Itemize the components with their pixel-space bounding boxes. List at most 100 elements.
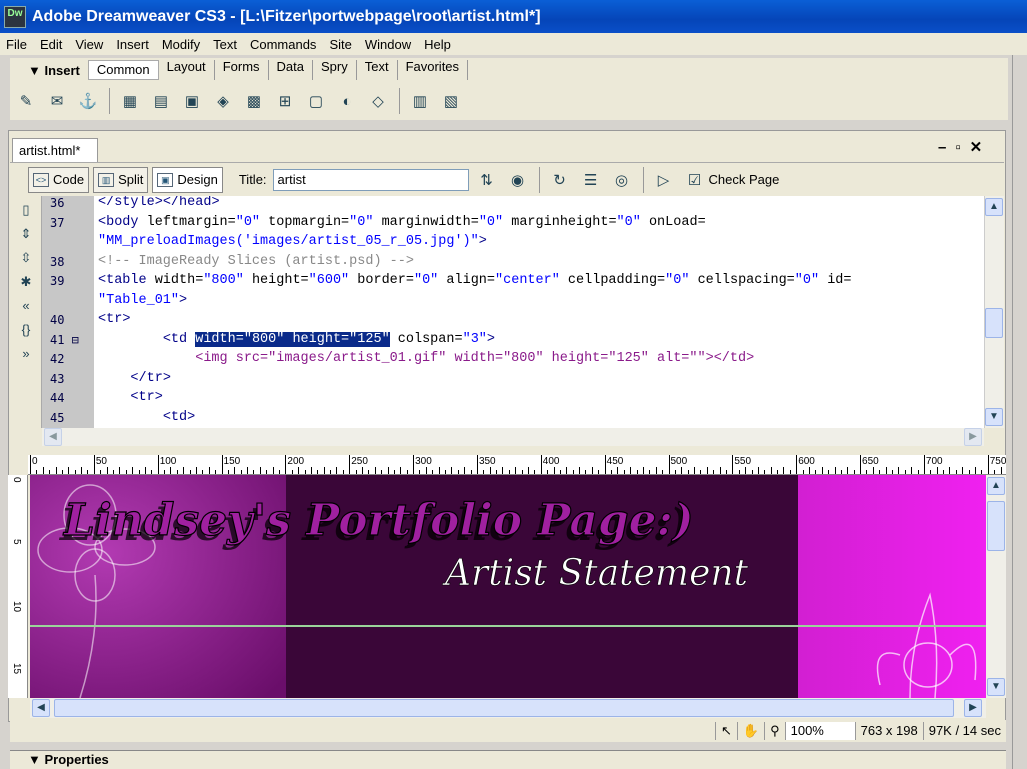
menu-site[interactable]: Site [329, 37, 351, 52]
select-parent-tag-icon[interactable]: « [16, 298, 36, 316]
title-input[interactable] [272, 168, 469, 191]
ruler-tick [808, 467, 810, 474]
code-line[interactable]: "Table_01"> [98, 292, 187, 312]
ruler-tick [636, 470, 638, 474]
head-icon[interactable]: ◐ [337, 91, 357, 111]
menu-window[interactable]: Window [365, 37, 411, 52]
insert-tab-common[interactable]: Common [87, 60, 159, 80]
scroll-right-icon[interactable]: ▶ [964, 699, 982, 717]
expand-all-icon[interactable]: ✱ [16, 274, 36, 292]
check-page-button[interactable]: Check Page [709, 172, 780, 187]
named-anchor-icon[interactable]: ⚓ [78, 91, 98, 111]
properties-panel-header[interactable]: ▼ Properties [10, 750, 1006, 769]
tag-chooser-icon[interactable]: ▧ [441, 91, 461, 111]
menu-commands[interactable]: Commands [250, 37, 316, 52]
code-line[interactable]: <tr> [98, 389, 162, 409]
ruler-label: 250 [351, 456, 368, 467]
code-editor[interactable]: </style></head> <body leftmargin="0" topm… [94, 196, 984, 428]
date-icon[interactable]: ▩ [244, 91, 264, 111]
code-line[interactable]: <table width="800" height="600" border="… [98, 272, 852, 292]
validate-markup-icon[interactable]: ▷ [654, 170, 674, 190]
code-line[interactable]: <td width="800" height="125" colspan="3"… [98, 331, 495, 351]
code-line[interactable]: </style></head> [98, 196, 220, 214]
code-vertical-scrollbar[interactable]: ▲ ▼ [984, 196, 1004, 428]
insert-tab-forms[interactable]: Forms [215, 60, 269, 80]
open-documents-icon[interactable]: ▯ [16, 202, 36, 220]
media-icon[interactable]: ◈ [213, 91, 233, 111]
window-controls[interactable]: –▫✕ [938, 138, 991, 156]
menu-file[interactable]: File [6, 37, 27, 52]
code-view-button[interactable]: <> Code [28, 166, 90, 193]
preview-browser-icon[interactable]: ◉ [508, 170, 528, 190]
ruler-tick [349, 455, 351, 474]
collapse-selection-icon[interactable]: ⇳ [16, 250, 36, 268]
zoom-tool-icon[interactable]: ⚲ [764, 722, 785, 740]
insert-tab-spry[interactable]: Spry [313, 60, 357, 80]
more-tools-icon[interactable]: » [16, 346, 36, 364]
image-icon[interactable]: ▣ [182, 91, 202, 111]
select-tool-icon[interactable]: ↖ [714, 722, 737, 740]
insert-tab-layout[interactable]: Layout [159, 60, 215, 80]
file-management-icon[interactable]: ⇅ [477, 170, 497, 190]
view-options-icon[interactable]: ☰ [581, 170, 601, 190]
ruler-tick [36, 470, 38, 474]
ruler-tick [132, 467, 134, 474]
visual-aids-icon[interactable]: ◎ [612, 170, 632, 190]
insert-tab-text[interactable]: Text [357, 60, 398, 80]
split-view-button[interactable]: ▥ Split [93, 166, 149, 193]
comment-icon[interactable]: ▢ [306, 91, 326, 111]
email-link-icon[interactable]: ✉ [47, 91, 67, 111]
scroll-left-icon[interactable]: ◀ [32, 699, 50, 717]
menu-view[interactable]: View [75, 37, 103, 52]
scroll-right-icon[interactable]: ▶ [964, 428, 982, 446]
server-side-include-icon[interactable]: ⊞ [275, 91, 295, 111]
scroll-left-icon[interactable]: ◀ [44, 428, 62, 446]
code-line[interactable]: "MM_preloadImages('images/artist_05_r_05… [98, 233, 487, 253]
check-page-icon[interactable]: ☑ [685, 170, 705, 190]
code-line[interactable]: <td> [98, 409, 195, 429]
ruler-tick [393, 470, 395, 474]
scroll-thumb[interactable] [987, 501, 1005, 551]
refresh-icon[interactable]: ↻ [550, 170, 570, 190]
div-icon[interactable]: ▤ [151, 91, 171, 111]
hand-tool-icon[interactable]: ✋ [736, 722, 764, 740]
design-view-button[interactable]: ▣ Design [152, 166, 223, 193]
scroll-up-icon[interactable]: ▲ [987, 477, 1005, 495]
document-tab[interactable]: artist.html* [12, 138, 98, 162]
insert-tab-data[interactable]: Data [269, 60, 313, 80]
design-vertical-scrollbar[interactable]: ▲ ▼ [986, 475, 1006, 698]
banner-image[interactable]: Lindsey's Portfolio Page:) Lindsey's Por… [30, 475, 986, 698]
table-icon[interactable]: ▦ [120, 91, 140, 111]
hyperlink-icon[interactable]: ✎ [16, 91, 36, 111]
menu-edit[interactable]: Edit [40, 37, 62, 52]
script-icon[interactable]: ◇ [368, 91, 388, 111]
balance-braces-icon[interactable]: {} [16, 322, 36, 340]
collapse-tag-icon[interactable]: ⇕ [16, 226, 36, 244]
menu-insert[interactable]: Insert [116, 37, 149, 52]
scroll-down-icon[interactable]: ▼ [985, 408, 1003, 426]
scroll-up-icon[interactable]: ▲ [985, 198, 1003, 216]
code-line[interactable]: </tr> [98, 370, 171, 390]
insert-tab-favorites[interactable]: Favorites [398, 60, 469, 80]
selected-text[interactable]: width="800" height="125" [195, 331, 390, 347]
code-line[interactable]: <!-- ImageReady Slices (artist.psd) --> [98, 253, 414, 273]
menu-text[interactable]: Text [213, 37, 237, 52]
design-horizontal-scrollbar[interactable]: ◀ ▶ [30, 698, 986, 718]
design-view[interactable]: Lindsey's Portfolio Page:) Lindsey's Por… [30, 475, 986, 698]
code-line[interactable]: <tr> [98, 311, 130, 331]
code-horizontal-scrollbar[interactable]: ◀ ▶ [42, 428, 984, 446]
window-size-select[interactable]: 763 x 198 [854, 722, 923, 740]
templates-icon[interactable]: ▥ [410, 91, 430, 111]
menu-help[interactable]: Help [424, 37, 451, 52]
insert-panel-toggle[interactable]: ▼ Insert [28, 63, 80, 78]
collapse-icon[interactable]: ⊟ [64, 333, 79, 347]
scroll-down-icon[interactable]: ▼ [987, 678, 1005, 696]
zoom-select[interactable]: 100% [784, 722, 855, 740]
code-line[interactable]: <body leftmargin="0" topmargin="0" margi… [98, 214, 706, 234]
ruler-label: 600 [798, 456, 815, 467]
code-line[interactable]: <img src="images/artist_01.gif" width="8… [98, 350, 754, 370]
menu-bar: File Edit View Insert Modify Text Commands Site… [0, 33, 1027, 55]
scroll-thumb[interactable] [54, 699, 954, 717]
scroll-thumb[interactable] [985, 308, 1003, 338]
menu-modify[interactable]: Modify [162, 37, 200, 52]
